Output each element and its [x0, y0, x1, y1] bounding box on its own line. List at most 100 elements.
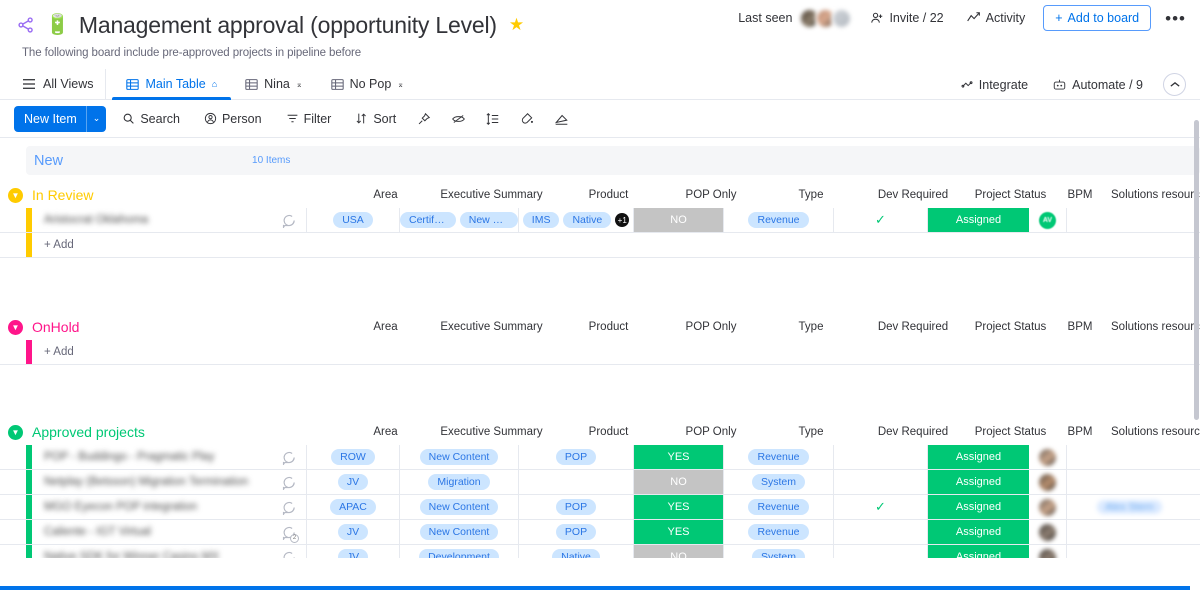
vertical-scrollbar-thumb[interactable]	[1194, 120, 1199, 420]
cell-project-status[interactable]: Assigned	[928, 495, 1029, 519]
bpm-avatar[interactable]	[1039, 548, 1056, 558]
table-row[interactable]: Native SDK for Winner Casino MX 2 JV Develo…	[0, 545, 1200, 558]
add-item-row-onhold[interactable]: + Add	[0, 340, 1200, 365]
activity-button[interactable]: Activity	[962, 8, 1030, 28]
cell-pop-only[interactable]: YES	[634, 495, 724, 519]
column-header-dev[interactable]: Dev Required	[866, 189, 960, 201]
automate-button[interactable]: Automate / 9	[1048, 75, 1147, 95]
tab-main-table[interactable]: Main Table ⌂	[112, 69, 231, 100]
collapsed-group-bar[interactable]: New 10 Items	[26, 146, 1200, 175]
bpm-avatar[interactable]	[1039, 473, 1056, 491]
cell-area[interactable]: JV	[307, 545, 400, 558]
cell-dev-required[interactable]	[834, 470, 928, 494]
column-header-area[interactable]: Area	[339, 321, 432, 333]
cell-area[interactable]: APAC	[307, 495, 400, 519]
cell-item-name[interactable]: MGO Eyecon POP integration	[32, 495, 307, 519]
column-header-exec[interactable]: Executive Summary	[432, 321, 551, 333]
column-header-status[interactable]: Project Status	[960, 189, 1061, 201]
add-to-board-button[interactable]: + Add to board	[1043, 5, 1152, 31]
cell-type[interactable]: Revenue	[724, 495, 834, 519]
column-header-solres[interactable]: Solutions resources	[1099, 426, 1200, 438]
group-name-new[interactable]: New	[26, 153, 63, 169]
comment-icon[interactable]	[281, 500, 296, 515]
cell-area[interactable]: ROW	[307, 445, 400, 469]
avatar-group[interactable]	[799, 7, 853, 29]
cell-item-name[interactable]: Aristocrat Oklahoma	[32, 208, 307, 232]
cell-pop-only[interactable]: NO	[634, 545, 724, 558]
cell-exec-summary[interactable]: Certificat… New Feat…	[400, 208, 519, 232]
cell-type[interactable]: Revenue	[724, 520, 834, 544]
cell-solutions-resources[interactable]	[1067, 208, 1192, 232]
column-header-pop[interactable]: POP Only	[666, 426, 756, 438]
cell-dev-required[interactable]: ✓	[834, 208, 928, 232]
add-item-label[interactable]: + Add	[32, 239, 74, 251]
column-header-bpm[interactable]: BPM	[1061, 321, 1099, 333]
new-item-button[interactable]: New Item ⌄	[14, 105, 107, 132]
cell-area[interactable]: JV	[307, 520, 400, 544]
column-header-solres[interactable]: Solutions resources	[1099, 321, 1200, 333]
cell-pop-only[interactable]: YES	[634, 520, 724, 544]
cell-type[interactable]: System	[724, 470, 834, 494]
table-row[interactable]: Aristocrat Oklahoma USA Certificat… New …	[0, 208, 1200, 233]
add-item-row-in-review[interactable]: + Add	[0, 233, 1200, 258]
column-header-dev[interactable]: Dev Required	[866, 426, 960, 438]
cell-product[interactable]: POP	[519, 520, 634, 544]
cell-solutions-resources[interactable]: Alex Stern	[1067, 495, 1192, 519]
cell-project-status[interactable]: Assigned	[928, 445, 1029, 469]
collapse-header-button[interactable]	[1163, 73, 1186, 96]
more-actions-button[interactable]	[547, 106, 576, 132]
column-header-product[interactable]: Product	[551, 321, 666, 333]
column-header-solres[interactable]: Solutions resources	[1099, 189, 1200, 201]
cell-pop-only[interactable]: NO	[634, 208, 724, 232]
share-icon[interactable]	[16, 15, 36, 35]
column-header-pop[interactable]: POP Only	[666, 321, 756, 333]
cell-solutions-resources[interactable]	[1067, 520, 1192, 544]
cell-item-name[interactable]: POP - Buddingo - Pragmatic Play	[32, 445, 307, 469]
cell-exec-summary[interactable]: New Content	[400, 445, 519, 469]
comment-icon[interactable]: 2	[281, 525, 299, 543]
comment-icon[interactable]	[281, 213, 296, 228]
column-header-type[interactable]: Type	[756, 426, 866, 438]
column-header-exec[interactable]: Executive Summary	[432, 189, 551, 201]
page-title[interactable]: Management approval (opportunity Level)	[79, 12, 497, 39]
cell-product[interactable]: Native	[519, 545, 634, 558]
cell-project-status[interactable]: Assigned	[928, 545, 1029, 558]
favorite-star-icon[interactable]: ★	[509, 15, 524, 35]
sort-button[interactable]: Sort	[347, 106, 404, 132]
tab-no-pop[interactable]: No Pop ⌅	[317, 69, 418, 99]
column-header-product[interactable]: Product	[551, 426, 666, 438]
cell-item-name[interactable]: Netplay (Betsson) Migration Termination	[32, 470, 307, 494]
cell-item-name[interactable]: Caliente - IGT Virtual 2	[32, 520, 307, 544]
table-row[interactable]: MGO Eyecon POP integration APAC New Conten…	[0, 495, 1200, 520]
comment-icon[interactable]: 2	[281, 550, 296, 558]
cell-bpm[interactable]: AV	[1029, 208, 1067, 232]
column-header-pop[interactable]: POP Only	[666, 189, 756, 201]
hide-columns-button[interactable]	[444, 106, 473, 132]
person-filter-button[interactable]: Person	[196, 106, 270, 132]
cell-area[interactable]: USA	[307, 208, 400, 232]
table-row[interactable]: POP - Buddingo - Pragmatic Play ROW New Co…	[0, 445, 1200, 470]
cell-product[interactable]: POP	[519, 495, 634, 519]
cell-type[interactable]: Revenue	[724, 445, 834, 469]
cell-bpm[interactable]	[1029, 470, 1067, 494]
cell-product[interactable]: POP	[519, 445, 634, 469]
cell-bpm[interactable]	[1029, 495, 1067, 519]
cell-product[interactable]: IMS Native +1	[519, 208, 634, 232]
column-header-area[interactable]: Area	[339, 189, 432, 201]
avatar-overflow[interactable]	[831, 7, 853, 29]
bpm-avatar[interactable]	[1039, 523, 1056, 541]
column-header-bpm[interactable]: BPM	[1061, 189, 1099, 201]
cell-dev-required[interactable]	[834, 545, 928, 558]
cell-area[interactable]: JV	[307, 470, 400, 494]
column-header-status[interactable]: Project Status	[960, 426, 1061, 438]
pin-button[interactable]	[410, 106, 438, 132]
table-row[interactable]: Netplay (Betsson) Migration Termination J…	[0, 470, 1200, 495]
column-header-exec[interactable]: Executive Summary	[432, 426, 551, 438]
all-views-button[interactable]: All Views	[14, 69, 107, 99]
cell-project-status[interactable]: Assigned	[928, 208, 1029, 232]
tab-nina[interactable]: Nina ⌅	[231, 69, 316, 99]
cell-project-status[interactable]: Assigned	[928, 520, 1029, 544]
cell-solutions-resources[interactable]	[1067, 545, 1192, 558]
column-header-dev[interactable]: Dev Required	[866, 321, 960, 333]
cell-dev-required[interactable]: ✓	[834, 495, 928, 519]
